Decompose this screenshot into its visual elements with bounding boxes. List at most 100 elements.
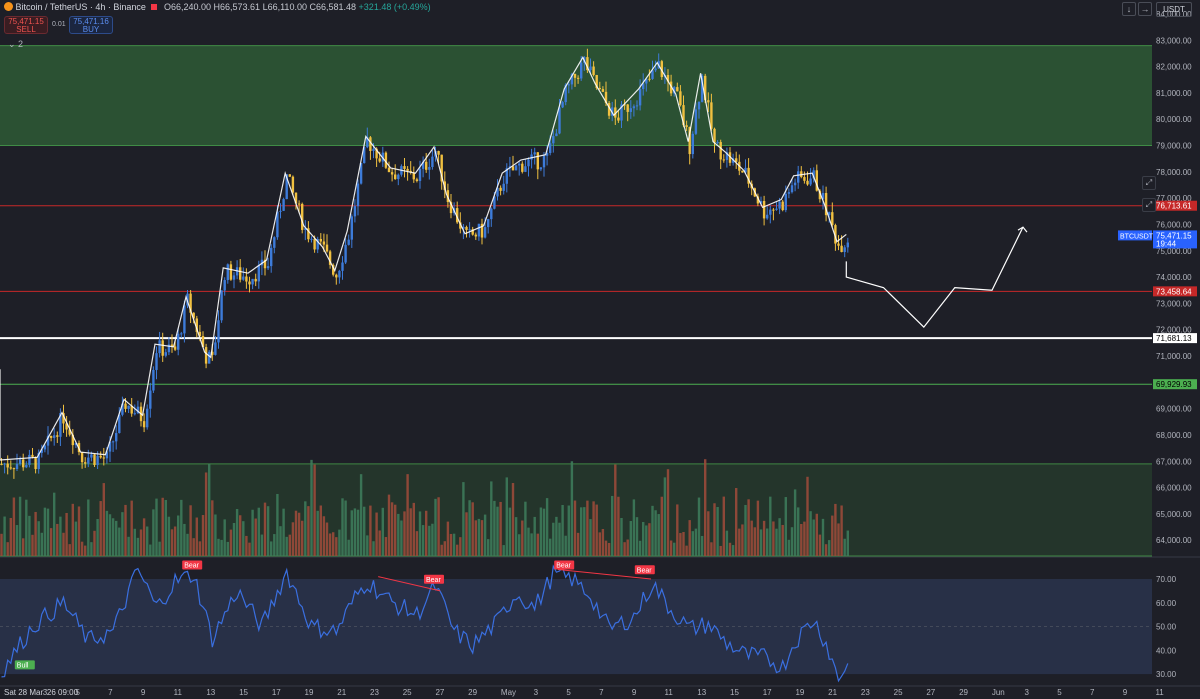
candle-body [93, 454, 96, 466]
volume-bar [694, 528, 698, 556]
volume-bar [412, 502, 415, 556]
download-icon[interactable]: ↓ [1122, 2, 1136, 16]
indicators-toggle[interactable]: ⌄ 2 [8, 39, 23, 50]
candle-body [322, 241, 326, 245]
candle-body [102, 457, 105, 459]
volume-bar [22, 538, 25, 556]
volume-bar [183, 523, 186, 556]
volume-bar [474, 520, 477, 556]
volume-bar [707, 511, 710, 556]
arrow-right-icon[interactable]: → [1138, 2, 1152, 16]
candle-body [527, 159, 530, 167]
candle-body [648, 78, 651, 80]
volume-bar [710, 542, 713, 556]
symbol-title[interactable]: Bitcoin / TetherUS · 4h · Binance [16, 2, 146, 12]
volume-bar [418, 511, 422, 556]
price-tick-label: 67,000.00 [1156, 457, 1192, 466]
candle-body [428, 166, 431, 170]
expand-icon[interactable]: ⤢ [1142, 198, 1156, 212]
volume-bar [390, 502, 394, 556]
volume-bar [180, 499, 183, 556]
volume-bar [409, 508, 412, 556]
spread-value: 0.01 [52, 21, 66, 28]
buy-button[interactable]: 75,471.16 BUY [69, 16, 113, 34]
candle-body [490, 208, 493, 220]
candle-body [787, 192, 791, 194]
volume-bar [654, 510, 657, 556]
time-tick-label: 23 [861, 688, 870, 697]
volume-bar [359, 474, 363, 556]
volume-bar [65, 512, 68, 556]
candle-body [31, 454, 34, 457]
candle-body [146, 408, 149, 428]
rsi-tick-label: 40.00 [1156, 646, 1177, 655]
price-tick-label: 83,000.00 [1156, 36, 1192, 45]
volume-bar [576, 532, 580, 556]
time-tick-label: 21 [828, 688, 837, 697]
volume-bar [211, 500, 214, 556]
candle-body [601, 89, 605, 92]
volume-bar [626, 539, 629, 556]
candle-body [536, 152, 539, 170]
candle-body [226, 264, 229, 281]
candle-body [499, 187, 502, 191]
candle-body [840, 245, 843, 253]
candle-body [651, 70, 654, 79]
volume-bar [493, 500, 496, 556]
candle-body [25, 464, 28, 468]
volume-bar [31, 534, 34, 556]
volume-bar [704, 459, 707, 556]
expand-icon[interactable]: ⤢ [1142, 176, 1156, 190]
divergence-tag-label: Bear [184, 563, 199, 570]
volume-bar [806, 476, 809, 556]
volume-bar [229, 529, 233, 556]
volume-bar [208, 463, 211, 556]
volume-bar [170, 529, 174, 556]
volume-bar [508, 507, 512, 556]
candle-body [350, 216, 353, 240]
volume-bar [111, 518, 115, 556]
candle-body [394, 174, 397, 180]
price-chart[interactable]: 84,000.0083,000.0082,000.0081,000.0080,0… [0, 0, 1200, 699]
volume-bar [725, 530, 729, 556]
volume-bar [446, 521, 450, 556]
candle-body [775, 208, 778, 210]
volume-bar [310, 459, 313, 556]
time-tick-label: 5 [1057, 688, 1062, 697]
volume-bar [12, 497, 16, 556]
candle-body [325, 244, 329, 252]
candle-body [707, 100, 710, 103]
sell-button[interactable]: 75,471.15 SELL [4, 16, 48, 34]
candle-body [487, 219, 490, 228]
time-tick-label: 9 [141, 688, 146, 697]
volume-bar [660, 496, 663, 556]
candle-body [133, 413, 136, 415]
price-tick-label: 74,000.00 [1156, 273, 1192, 282]
candle-body [297, 203, 301, 205]
volume-bar [273, 534, 276, 556]
time-tick-label: 27 [926, 688, 935, 697]
volume-bar [542, 508, 546, 556]
candle-body [229, 264, 233, 280]
candle-body [741, 170, 744, 173]
candle-body [533, 152, 536, 155]
currency-select[interactable]: USDT [1156, 2, 1192, 17]
time-tick-label: 21 [337, 688, 346, 697]
time-tick-label: 29 [468, 688, 477, 697]
time-tick-label: 25 [403, 688, 412, 697]
volume-bar [815, 513, 818, 556]
candle-body [567, 84, 570, 86]
volume-bar [34, 511, 37, 556]
candle-body [204, 347, 208, 364]
volume-bar [775, 528, 778, 556]
candle-body [251, 278, 254, 285]
volume-bar [155, 498, 158, 556]
volume-bar [511, 483, 515, 556]
candle-body [6, 463, 9, 468]
volume-bar [356, 509, 360, 556]
volume-bar [217, 538, 220, 556]
volume-bar [397, 513, 400, 556]
volume-bar [322, 516, 326, 556]
price-tick-label: 79,000.00 [1156, 142, 1192, 151]
volume-bar [347, 539, 350, 556]
